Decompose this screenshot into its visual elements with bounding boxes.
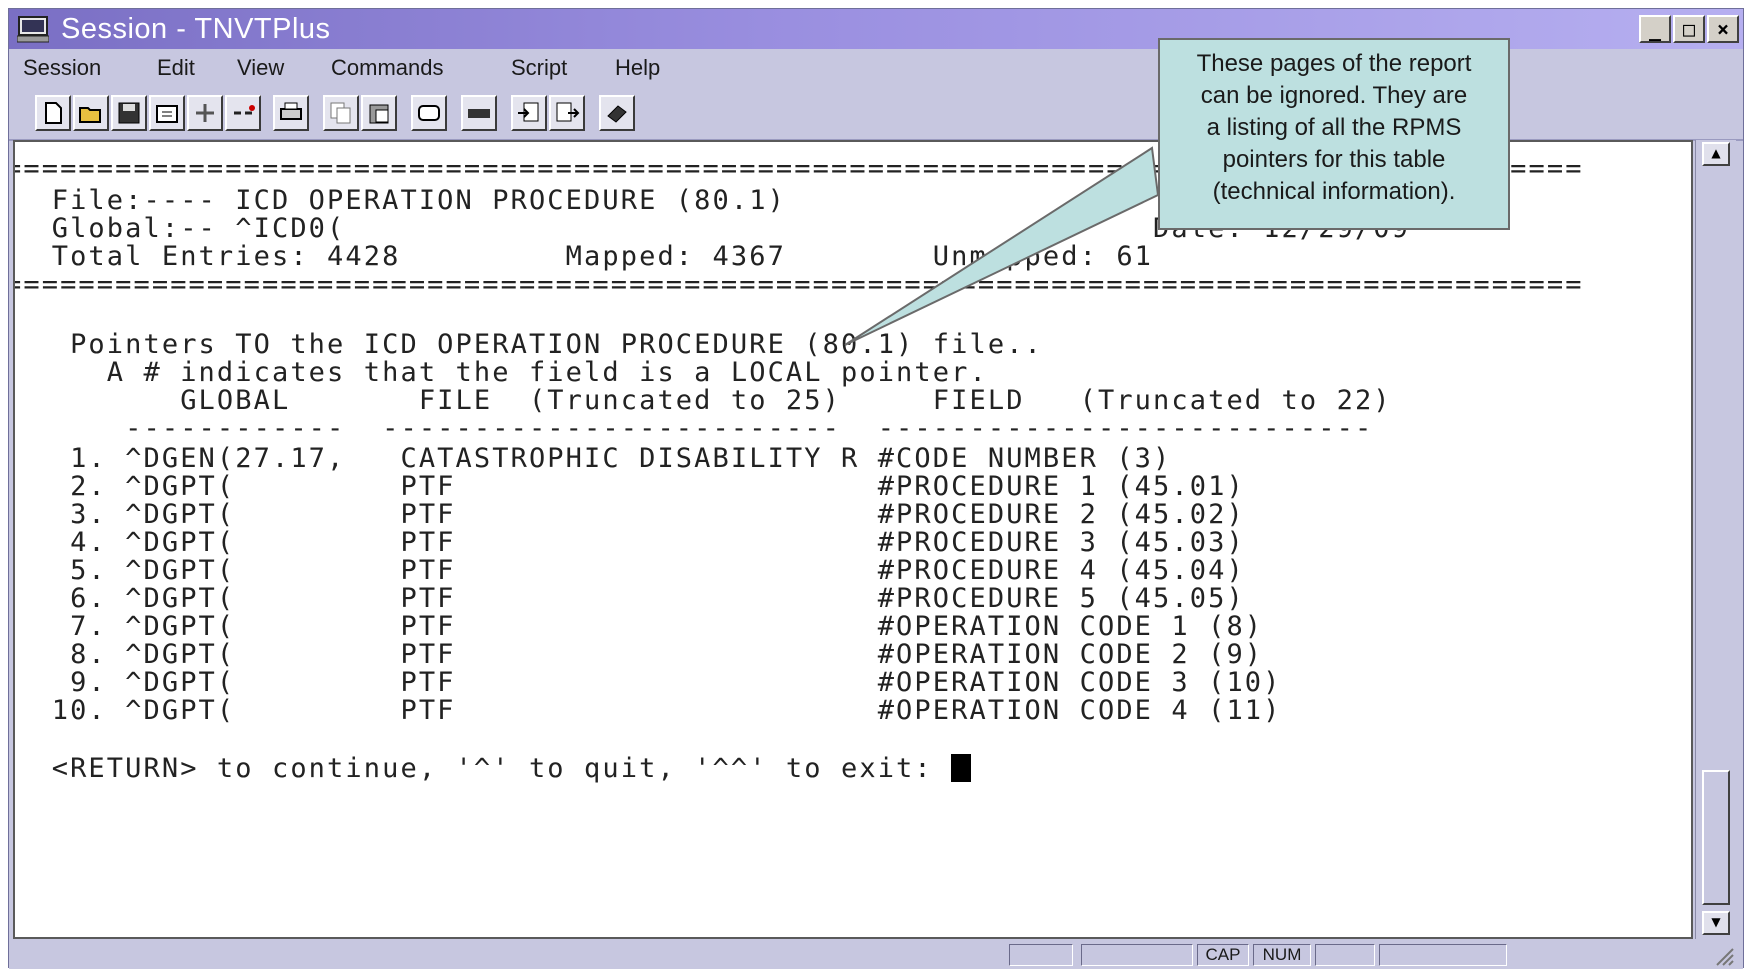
book-icon[interactable] [599,95,635,131]
status-panel [1315,944,1375,966]
connect-icon[interactable] [187,95,223,131]
table-row: 9. ^DGPT( PTF #OPERATION CODE 3 (10) [15,667,1282,698]
screen-icon[interactable] [411,95,447,131]
table-row: 3. ^DGPT( PTF #PROCEDURE 2 (45.02) [15,499,1245,530]
status-panel [1009,944,1073,966]
text-cursor [951,754,972,782]
menu-script[interactable]: Script [511,55,567,81]
menu-edit[interactable]: Edit [157,55,195,81]
menu-view[interactable]: View [237,55,284,81]
table-row: 1. ^DGEN(27.17, CATASTROPHIC DISABILITY … [15,443,1172,474]
resize-grip-icon[interactable] [1713,947,1735,967]
receive-icon[interactable] [549,95,585,131]
num-lock-indicator: NUM [1253,944,1311,966]
prompt-text: <RETURN> to continue, '^' to quit, '^^' … [15,753,952,784]
window-title: Session - TNVTPlus [61,13,331,45]
menu-session[interactable]: Session [23,55,101,81]
copy-icon[interactable] [323,95,359,131]
table-row: 6. ^DGPT( PTF #PROCEDURE 5 (45.05) [15,583,1245,614]
print-icon[interactable] [273,95,309,131]
send-icon[interactable] [511,95,547,131]
callout-line: These pages of the report [1196,50,1472,77]
disconnect-icon[interactable] [225,95,261,131]
menu-help[interactable]: Help [615,55,660,81]
vertical-scrollbar[interactable]: ▲ ▼ [1695,140,1736,939]
terminal-screen[interactable]: ========================================… [13,140,1693,939]
column-headers: GLOBAL FILE (Truncated to 25) FIELD (Tru… [15,385,1392,416]
status-panel [1081,944,1193,966]
callout-line: can be ignored. They are [1200,82,1468,109]
callout-line: (technical information). [1212,178,1456,205]
table-row: 10. ^DGPT( PTF #OPERATION CODE 4 (11) [15,695,1282,726]
properties-icon[interactable] [149,95,185,131]
callout-line: pointers for this table [1222,146,1446,173]
minimize-button[interactable]: _ [1639,15,1671,43]
scroll-thumb[interactable] [1702,770,1730,905]
save-icon[interactable] [111,95,147,131]
pointers-heading: Pointers TO the ICD OPERATION PROCEDURE … [15,329,1043,360]
file-line: File:---- ICD OPERATION PROCEDURE (80.1) [15,185,786,216]
annotation-callout: These pages of the report can be ignored… [1158,38,1510,230]
table-row: 5. ^DGPT( PTF #PROCEDURE 4 (45.04) [15,555,1245,586]
table-row: 7. ^DGPT( PTF #OPERATION CODE 1 (8) [15,611,1264,642]
table-row: 2. ^DGPT( PTF #PROCEDURE 1 (45.01) [15,471,1245,502]
table-row: 8. ^DGPT( PTF #OPERATION CODE 2 (9) [15,639,1264,670]
scroll-up-arrow-icon[interactable]: ▲ [1702,142,1730,166]
keyboard-icon[interactable] [461,95,497,131]
column-underline: ------------ ------------------------- -… [15,413,1374,444]
status-bar: CAP NUM [9,941,1743,969]
open-icon[interactable] [73,95,109,131]
terminal-app-icon [17,16,49,43]
new-icon[interactable] [35,95,71,131]
callout-line: a listing of all the RPMS [1206,114,1462,141]
total-entries-line: Total Entries: 4428 Mapped: 4367 Unmappe… [15,241,1154,272]
menu-commands[interactable]: Commands [331,55,443,81]
maximize-button[interactable]: □ [1673,15,1705,43]
close-button[interactable]: × [1707,15,1739,43]
caps-lock-indicator: CAP [1197,944,1249,966]
status-panel [1379,944,1507,966]
scroll-down-arrow-icon[interactable]: ▼ [1702,911,1730,935]
prompt-line[interactable]: <RETURN> to continue, '^' to quit, '^^' … [15,753,972,784]
table-row: 4. ^DGPT( PTF #PROCEDURE 3 (45.03) [15,527,1245,558]
paste-icon[interactable] [361,95,397,131]
local-note: A # indicates that the field is a LOCAL … [15,357,988,388]
separator-line: ========================================… [13,269,1584,300]
